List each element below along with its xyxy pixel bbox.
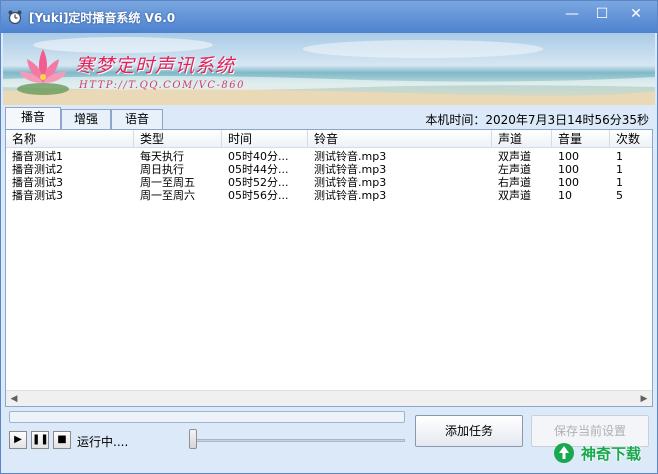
- cell-sound: 测试铃音.mp3: [314, 176, 387, 189]
- cell-time: 05时44分...: [228, 163, 289, 176]
- column-header-time[interactable]: 时间: [222, 130, 308, 148]
- table-row[interactable]: 播音测试2 周日执行 05时44分... 测试铃音.mp3 左声道 100 1: [6, 163, 652, 176]
- lotus-icon: [17, 49, 69, 95]
- play-button[interactable]: ▶: [9, 431, 27, 449]
- alarm-clock-icon: [8, 10, 22, 25]
- column-header-count[interactable]: 次数: [610, 130, 652, 148]
- banner-title: 寒梦定时声讯系统: [75, 55, 236, 77]
- cell-time: 05时52分...: [228, 176, 289, 189]
- tab-broadcast[interactable]: 播音: [5, 107, 61, 129]
- close-button[interactable]: ✕: [619, 3, 653, 25]
- cell-volume: 100: [558, 163, 579, 176]
- cell-channel: 双声道: [498, 150, 531, 163]
- tab-strip: 播音 增强 语音 本机时间：2020年7月3日14时56分35秒: [3, 107, 655, 129]
- list-header: 名称 类型 时间 铃音 声道 音量 次数: [6, 130, 652, 148]
- cell-volume: 100: [558, 176, 579, 189]
- table-row[interactable]: 播音测试1 每天执行 05时40分... 测试铃音.mp3 双声道 100 1: [6, 150, 652, 163]
- tab-voice[interactable]: 语音: [111, 109, 163, 129]
- column-header-name[interactable]: 名称: [6, 130, 134, 148]
- cell-type: 周一至周六: [140, 189, 195, 202]
- cell-volume: 100: [558, 150, 579, 163]
- column-header-channel[interactable]: 声道: [492, 130, 552, 148]
- volume-slider-thumb[interactable]: [189, 429, 197, 449]
- cell-name: 播音测试2: [12, 163, 63, 176]
- status-text: 运行中....: [77, 435, 129, 449]
- cell-name: 播音测试1: [12, 150, 63, 163]
- cell-sound: 测试铃音.mp3: [314, 189, 387, 202]
- banner: 寒梦定时声讯系统 HTTP://T.QQ.COM/VC-860: [3, 33, 655, 105]
- cell-volume: 10: [558, 189, 572, 202]
- cell-time: 05时56分...: [228, 189, 289, 202]
- column-header-volume[interactable]: 音量: [552, 130, 610, 148]
- column-header-type[interactable]: 类型: [134, 130, 222, 148]
- cell-channel: 左声道: [498, 163, 531, 176]
- cell-channel: 右声道: [498, 176, 531, 189]
- maximize-button[interactable]: ☐: [587, 3, 617, 25]
- cell-count: 1: [616, 176, 623, 189]
- cell-count: 1: [616, 163, 623, 176]
- cell-sound: 测试铃音.mp3: [314, 150, 387, 163]
- cell-name: 播音测试3: [12, 189, 63, 202]
- local-time: 本机时间：2020年7月3日14时56分35秒: [425, 113, 649, 127]
- app-window: [Yuki]定时播音系统 V6.0 — ☐ ✕ 寒梦定时声讯系统 HTTP://…: [0, 0, 658, 474]
- download-site-logo-icon: [554, 443, 574, 463]
- cell-count: 5: [616, 189, 623, 202]
- watermark-text: 神奇下载: [581, 445, 642, 463]
- stop-button[interactable]: ■: [53, 431, 71, 449]
- tab-enhance[interactable]: 增强: [61, 109, 111, 129]
- scroll-left-icon[interactable]: ◀: [6, 391, 22, 406]
- playback-progress-bar[interactable]: [9, 411, 405, 423]
- pause-button[interactable]: ❚❚: [31, 431, 49, 449]
- cell-time: 05时40分...: [228, 150, 289, 163]
- column-header-sound[interactable]: 铃音: [308, 130, 492, 148]
- cell-channel: 双声道: [498, 189, 531, 202]
- cell-name: 播音测试3: [12, 176, 63, 189]
- cell-count: 1: [616, 150, 623, 163]
- title-bar[interactable]: [Yuki]定时播音系统 V6.0 — ☐ ✕: [1, 1, 657, 33]
- banner-url[interactable]: HTTP://T.QQ.COM/VC-860: [79, 80, 245, 91]
- table-row[interactable]: 播音测试3 周一至周五 05时52分... 测试铃音.mp3 右声道 100 1: [6, 176, 652, 189]
- cell-type: 每天执行: [140, 150, 184, 163]
- cell-sound: 测试铃音.mp3: [314, 163, 387, 176]
- add-task-button[interactable]: 添加任务: [415, 415, 523, 447]
- scroll-right-icon[interactable]: ▶: [636, 391, 652, 406]
- table-row[interactable]: 播音测试3 周一至周六 05时56分... 测试铃音.mp3 双声道 10 5: [6, 189, 652, 202]
- task-list[interactable]: 名称 类型 时间 铃音 声道 音量 次数 播音测试1 每天执行 05时40分..…: [5, 129, 653, 407]
- cell-type: 周一至周五: [140, 176, 195, 189]
- horizontal-scrollbar[interactable]: ◀ ▶: [6, 390, 652, 406]
- volume-slider-track[interactable]: [195, 439, 405, 442]
- cell-type: 周日执行: [140, 163, 184, 176]
- window-title: [Yuki]定时播音系统 V6.0: [29, 11, 176, 25]
- watermark: 神奇下载: [547, 437, 655, 467]
- minimize-button[interactable]: —: [557, 3, 587, 25]
